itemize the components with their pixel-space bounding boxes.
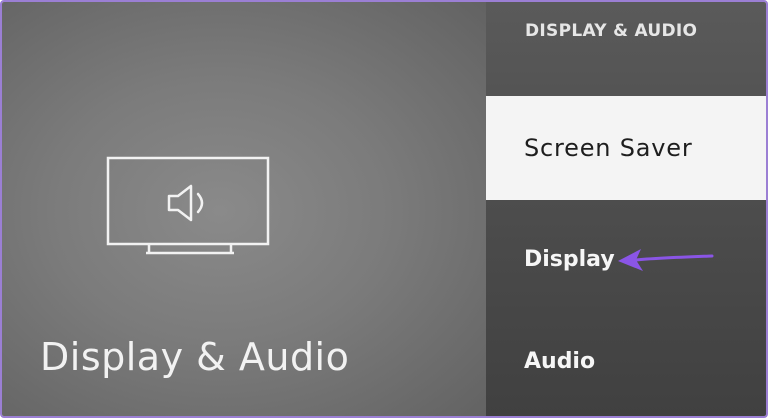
screenshot-frame: Display & Audio DISPLAY & AUDIO Screen S…	[0, 0, 768, 418]
menu-item-label: Audio	[524, 349, 596, 374]
section-title: Display & Audio	[40, 335, 350, 379]
menu-item-label: Screen Saver	[524, 134, 693, 162]
tv-speaker-icon	[106, 156, 270, 255]
settings-menu: DISPLAY & AUDIO Screen Saver Display Aud…	[486, 2, 766, 416]
menu-item-screen-saver[interactable]: Screen Saver	[486, 96, 766, 200]
menu-item-audio[interactable]: Audio	[486, 342, 766, 382]
arrow-left-icon	[618, 249, 714, 271]
menu-header: DISPLAY & AUDIO	[525, 21, 698, 41]
menu-item-label: Display	[524, 247, 615, 272]
category-preview-pane: Display & Audio	[2, 2, 486, 416]
